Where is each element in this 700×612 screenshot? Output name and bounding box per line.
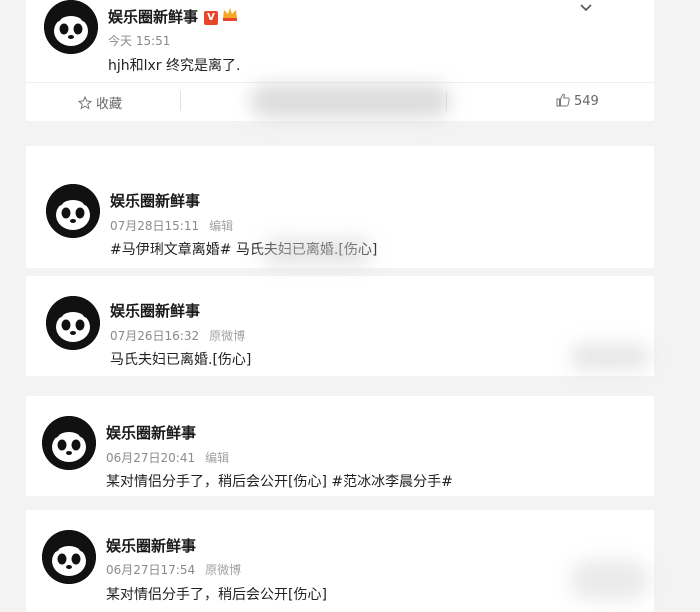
action-divider: [180, 91, 181, 111]
post-time: 今天 15:51: [108, 34, 171, 48]
post-time: 07月26日16:32 原微博: [110, 329, 246, 343]
avatar[interactable]: [42, 530, 96, 584]
post-time: 07月28日15:11 编辑: [110, 219, 234, 233]
post-content: 某对情侣分手了，稍后会公开[伤心]: [106, 587, 327, 603]
star-icon: [77, 95, 93, 110]
panda-avatar-icon: [42, 530, 96, 584]
post-content: 某对情侣分手了，稍后会公开[伤心] #范冰冰李晨分手#: [106, 474, 453, 490]
post-time: 06月27日20:41 编辑: [106, 451, 230, 465]
poster-name[interactable]: 娱乐圈新鲜事: [106, 535, 196, 556]
panda-avatar-icon: [46, 296, 100, 350]
post-content: hjh和lxr 终究是离了.: [108, 58, 241, 74]
post-card: 娱乐圈新鲜事 07月26日16:32 原微博 马氏夫妇已离婚.[伤心]: [26, 276, 654, 376]
blur-mask: [570, 344, 650, 370]
avatar[interactable]: [44, 0, 98, 54]
favorite-button[interactable]: 收藏: [77, 93, 122, 112]
blur-mask: [250, 84, 450, 118]
avatar[interactable]: [42, 416, 96, 470]
avatar[interactable]: [46, 184, 100, 238]
thumbs-up-icon: [556, 93, 570, 107]
blur-mask: [262, 238, 372, 266]
panda-avatar-icon: [46, 184, 100, 238]
panda-avatar-icon: [44, 0, 98, 54]
blur-mask: [570, 560, 650, 600]
post-card: 娱乐圈新鲜事 06月27日20:41 编辑 某对情侣分手了，稍后会公开[伤心] #…: [26, 396, 654, 496]
poster-name-text: 娱乐圈新鲜事: [108, 8, 199, 26]
like-button[interactable]: 549: [556, 93, 599, 109]
crown-icon: [223, 8, 238, 21]
edit-tag[interactable]: 编辑: [209, 219, 233, 233]
original-weibo-link[interactable]: 原微博: [209, 329, 245, 343]
chevron-down-icon[interactable]: [580, 2, 592, 14]
post-time: 06月27日17:54 原微博: [106, 563, 242, 577]
post-content: 马氏夫妇已离婚.[伤心]: [110, 352, 252, 368]
verified-badge: V: [204, 11, 219, 25]
poster-name[interactable]: 娱乐圈新鲜事 V: [108, 6, 238, 27]
poster-name[interactable]: 娱乐圈新鲜事: [106, 422, 196, 443]
panda-avatar-icon: [42, 416, 96, 470]
post-card: 娱乐圈新鲜事 06月27日17:54 原微博 某对情侣分手了，稍后会公开[伤心]: [26, 510, 654, 612]
edit-tag[interactable]: 编辑: [205, 451, 229, 465]
original-weibo-link[interactable]: 原微博: [205, 563, 241, 577]
poster-name[interactable]: 娱乐圈新鲜事: [110, 190, 200, 211]
poster-name[interactable]: 娱乐圈新鲜事: [110, 300, 200, 321]
avatar[interactable]: [46, 296, 100, 350]
